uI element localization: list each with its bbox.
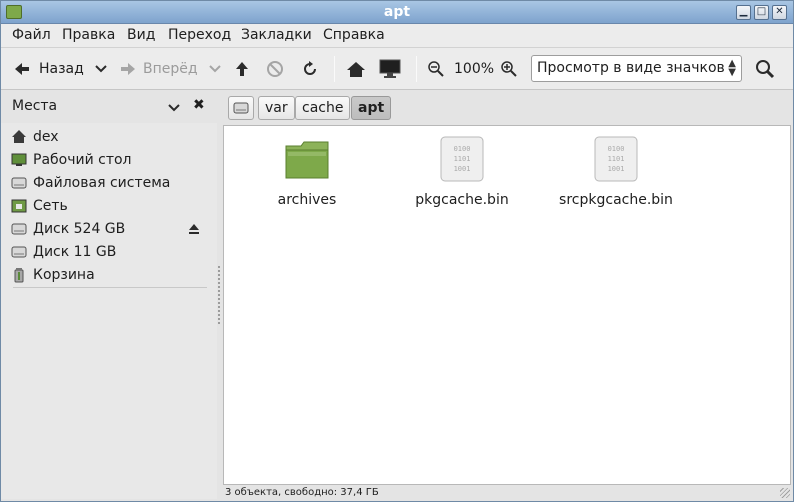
file-item-srcpkgcache[interactable]: 0100 1101 1001 srcpkgcache.bin: [556, 136, 676, 208]
reload-button[interactable]: [301, 56, 319, 82]
zoom-out-button[interactable]: [428, 56, 444, 82]
desktop-icon: [11, 153, 27, 166]
status-bar: 3 объекта, свободно: 37,4 ГБ: [223, 485, 793, 501]
folder-icon: [285, 141, 329, 179]
home-icon: [12, 130, 26, 143]
binary-file-icon: 0100 1101 1001: [594, 136, 638, 182]
menu-file[interactable]: Файл: [12, 27, 51, 43]
stop-icon: [267, 61, 283, 77]
sidebar-item-label: Диск 524 GB: [33, 221, 126, 237]
sidebar-item-trash[interactable]: Корзина: [11, 264, 211, 286]
menu-bookmarks[interactable]: Закладки: [241, 27, 312, 43]
computer-icon: [379, 59, 401, 78]
close-icon[interactable]: ✖: [193, 97, 205, 113]
sidebar-item-disk-524[interactable]: Диск 524 GB: [11, 218, 211, 240]
file-item-archives[interactable]: archives: [247, 136, 367, 208]
view-mode-select[interactable]: Просмотр в виде значков ▲ ▼: [531, 55, 742, 82]
sidebar-item-label: Файловая система: [33, 175, 171, 191]
svg-text:1101: 1101: [454, 155, 471, 163]
places-sidebar: dex Рабочий стол Файловая система Сеть Д…: [1, 123, 217, 499]
path-crumb-apt[interactable]: apt: [351, 96, 392, 120]
sidebar-item-home[interactable]: dex: [11, 126, 211, 148]
sidebar-item-label: Сеть: [33, 198, 68, 214]
sidebar-item-network[interactable]: Сеть: [11, 195, 211, 217]
zoom-out-icon: [428, 61, 444, 77]
computer-button[interactable]: [379, 56, 401, 82]
sidebar-item-filesystem[interactable]: Файловая система: [11, 172, 211, 194]
toolbar: Назад Вперёд 100% Просмотр в виде значко…: [1, 48, 793, 90]
home-icon: [347, 62, 365, 77]
svg-text:1001: 1001: [454, 165, 471, 173]
file-manager-window: apt ▁ □ ✕ Файл Правка Вид Переход Заклад…: [0, 0, 794, 502]
minimize-button[interactable]: ▁: [736, 5, 751, 20]
up-button[interactable]: [233, 56, 251, 82]
file-name: pkgcache.bin: [415, 192, 509, 208]
toolbar-separator: [334, 56, 335, 82]
sidebar-item-disk-11[interactable]: Диск 11 GB: [11, 241, 211, 263]
zoom-level: 100%: [454, 61, 495, 77]
sidebar-item-label: Диск 11 GB: [33, 244, 117, 260]
trash-icon: [14, 268, 24, 283]
eject-icon[interactable]: [188, 223, 200, 235]
drive-icon: [233, 102, 249, 114]
file-item-pkgcache[interactable]: 0100 1101 1001 pkgcache.bin: [402, 136, 522, 208]
back-button[interactable]: Назад: [13, 56, 108, 82]
drive-icon: [11, 246, 27, 258]
toolbar-separator: [416, 56, 417, 82]
file-name: srcpkgcache.bin: [559, 192, 673, 208]
pane-handle-grip[interactable]: [218, 266, 220, 326]
title-bar[interactable]: apt ▁ □ ✕: [1, 1, 793, 24]
file-icon-view[interactable]: archives 0100 1101 1001 pkgcache.bin 010…: [223, 125, 791, 485]
path-crumb-var[interactable]: var: [258, 96, 295, 120]
sidebar-item-label: dex: [33, 129, 59, 145]
sidebar-item-label: Рабочий стол: [33, 152, 132, 168]
up-arrow-icon: [236, 62, 248, 76]
svg-text:0100: 0100: [608, 145, 625, 153]
svg-text:0100: 0100: [454, 145, 471, 153]
path-root-button[interactable]: [228, 96, 254, 120]
chevron-down-icon[interactable]: [208, 64, 222, 74]
network-icon: [11, 199, 27, 213]
back-button-label: Назад: [39, 61, 84, 77]
forward-arrow-icon: [121, 63, 135, 75]
sidepane-header: Места ✖: [1, 91, 219, 123]
resize-grip[interactable]: [780, 488, 790, 498]
home-button[interactable]: [346, 56, 366, 82]
zoom-in-button[interactable]: [501, 56, 517, 82]
view-mode-value: Просмотр в виде значков: [537, 60, 725, 76]
svg-text:1101: 1101: [608, 155, 625, 163]
close-button[interactable]: ✕: [772, 5, 787, 20]
svg-text:1001: 1001: [608, 165, 625, 173]
drive-icon: [11, 223, 27, 235]
sidepane-title: Места: [12, 98, 58, 114]
binary-file-icon: 0100 1101 1001: [440, 136, 484, 182]
status-text: 3 объекта, свободно: 37,4 ГБ: [225, 487, 379, 498]
chevron-down-icon[interactable]: [94, 64, 108, 74]
chevron-down-icon[interactable]: [167, 103, 181, 113]
menu-view[interactable]: Вид: [127, 27, 155, 43]
path-bar: var cache apt: [223, 91, 793, 123]
maximize-button[interactable]: □: [754, 5, 769, 20]
updown-chevron-icon: ▲ ▼: [728, 58, 736, 78]
forward-button[interactable]: Вперёд: [119, 56, 222, 82]
menu-bar: Файл Правка Вид Переход Закладки Справка: [1, 24, 793, 48]
file-name: archives: [277, 192, 337, 208]
places-separator: [13, 287, 207, 288]
stop-button[interactable]: [266, 56, 284, 82]
search-button[interactable]: [755, 56, 775, 82]
sidebar-item-desktop[interactable]: Рабочий стол: [11, 149, 211, 171]
menu-go[interactable]: Переход: [168, 27, 231, 43]
path-crumb-cache[interactable]: cache: [295, 96, 351, 120]
search-icon: [756, 60, 775, 79]
forward-button-label: Вперёд: [143, 61, 198, 77]
sidebar-item-label: Корзина: [33, 267, 95, 283]
zoom-in-icon: [501, 61, 517, 77]
menu-edit[interactable]: Правка: [62, 27, 115, 43]
menu-help[interactable]: Справка: [323, 27, 385, 43]
reload-icon: [304, 61, 316, 75]
back-arrow-icon: [15, 63, 29, 75]
window-title: apt: [383, 4, 411, 20]
drive-icon: [11, 177, 27, 189]
